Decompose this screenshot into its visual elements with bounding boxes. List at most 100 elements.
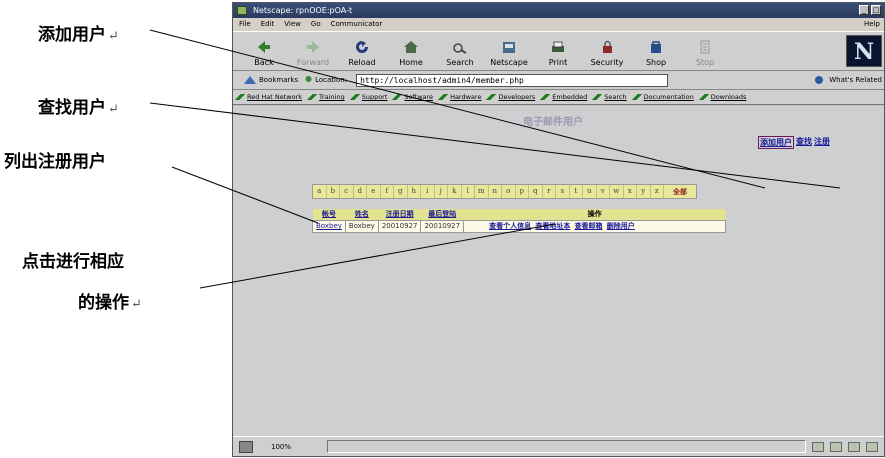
letter-u[interactable]: u	[583, 185, 597, 198]
pen-icon	[592, 94, 603, 100]
personal-link-software[interactable]: Software	[392, 93, 433, 101]
personal-link-redhat[interactable]: Red Hat Network	[235, 93, 302, 101]
callout-list-users: 列出注册用户	[4, 147, 106, 172]
home-button[interactable]: Home	[388, 32, 434, 70]
shop-label: Shop	[645, 58, 667, 67]
pen-icon	[392, 94, 403, 100]
maximize-icon[interactable]: □	[871, 5, 881, 15]
delete-user-link[interactable]: 删除用户	[607, 222, 635, 230]
letter-j[interactable]: j	[435, 185, 448, 198]
netscape-icon	[503, 42, 515, 53]
letter-t[interactable]: t	[570, 185, 583, 198]
pen-icon	[307, 94, 318, 100]
page-title: 电子邮件用户	[523, 117, 583, 128]
letter-e[interactable]: e	[367, 185, 381, 198]
netscape-button[interactable]: Netscape	[486, 32, 532, 70]
letter-o[interactable]: o	[502, 185, 516, 198]
personal-link-support[interactable]: Support	[349, 93, 387, 101]
menu-file[interactable]: File	[239, 18, 251, 31]
forward-button[interactable]: Forward	[290, 32, 336, 70]
search-link[interactable]: 查找	[796, 136, 812, 149]
letter-v[interactable]: v	[597, 185, 610, 198]
menu-go[interactable]: Go	[311, 18, 321, 31]
letter-all[interactable]: 全部	[664, 185, 696, 198]
letter-b[interactable]: b	[327, 185, 340, 198]
letter-l[interactable]: l	[462, 185, 475, 198]
personal-link-developers[interactable]: Developers	[486, 93, 535, 101]
letter-n[interactable]: n	[489, 185, 502, 198]
navigation-toolbar: Back Forward Reload Home Search Netscape…	[233, 31, 884, 71]
letter-m[interactable]: m	[475, 185, 489, 198]
personal-link-documentation[interactable]: Documentation	[631, 93, 694, 101]
letter-p[interactable]: p	[516, 185, 529, 198]
view-mailbox-link[interactable]: 查看邮箱	[575, 222, 603, 230]
callout-add-user-text: 添加用户	[38, 25, 106, 45]
reload-icon	[356, 41, 368, 53]
personal-link-embedded[interactable]: Embedded	[540, 93, 587, 101]
print-button[interactable]: Print	[535, 32, 581, 70]
status-text-field	[327, 440, 806, 453]
view-profile-link[interactable]: 查看个人信息	[489, 222, 531, 230]
search-button[interactable]: Search	[437, 32, 483, 70]
letter-w[interactable]: w	[610, 185, 624, 198]
page-content: 电子邮件用户 添加用户 查找 注册 a b c d e f g h i j k …	[233, 106, 884, 436]
component-bar	[812, 441, 878, 452]
account-link[interactable]: Boxbey	[316, 222, 342, 230]
forward-arrow-icon	[307, 41, 319, 53]
back-button[interactable]: Back	[241, 32, 287, 70]
add-user-link[interactable]: 添加用户	[758, 136, 794, 149]
letter-q[interactable]: q	[529, 185, 543, 198]
menu-view[interactable]: View	[284, 18, 301, 31]
stop-button[interactable]: Stop	[682, 32, 728, 70]
reload-button[interactable]: Reload	[339, 32, 385, 70]
col-ops: 操作	[463, 209, 726, 220]
letter-g[interactable]: g	[394, 185, 408, 198]
register-link[interactable]: 注册	[814, 136, 830, 149]
letter-y[interactable]: y	[637, 185, 651, 198]
bookmarks-button[interactable]: Bookmarks	[243, 75, 298, 85]
col-account[interactable]: 帐号	[312, 209, 346, 220]
letter-x[interactable]: x	[624, 185, 637, 198]
letter-k[interactable]: k	[448, 185, 462, 198]
whats-related-button[interactable]: What's Related	[814, 75, 882, 85]
personal-link-training[interactable]: Training	[307, 93, 345, 101]
col-reg-date[interactable]: 注册日期	[378, 209, 421, 220]
pen-icon	[486, 94, 497, 100]
menu-help[interactable]: Help	[864, 18, 880, 31]
mail-icon[interactable]	[830, 441, 842, 452]
letter-s[interactable]: s	[556, 185, 570, 198]
url-field[interactable]: http://localhost/admin4/member.php	[356, 73, 669, 87]
cell-account[interactable]: Boxbey	[312, 219, 346, 233]
letter-a[interactable]: a	[313, 185, 327, 198]
stop-label: Stop	[695, 58, 715, 67]
view-addressbook-link[interactable]: 查看地址本	[535, 222, 570, 230]
browser-window: Netscape: rpnOOE:pOA-t _ □ File Edit Vie…	[232, 2, 885, 457]
col-name[interactable]: 姓名	[345, 209, 379, 220]
letter-h[interactable]: h	[408, 185, 421, 198]
personal-link-hardware[interactable]: Hardware	[438, 93, 481, 101]
security-button[interactable]: Security	[584, 32, 630, 70]
letter-d[interactable]: d	[354, 185, 367, 198]
top-links: 添加用户 查找 注册	[758, 136, 830, 149]
chat-icon[interactable]	[866, 441, 878, 452]
callout-operate-line1: 点击进行相应	[22, 247, 124, 272]
letter-c[interactable]: c	[340, 185, 354, 198]
navigator-icon[interactable]	[812, 441, 824, 452]
security-status-icon[interactable]	[239, 440, 253, 453]
col-last-login[interactable]: 最后登陆	[420, 209, 464, 220]
search-icon	[453, 43, 467, 54]
letter-f[interactable]: f	[381, 185, 394, 198]
letter-z[interactable]: z	[651, 185, 664, 198]
menu-communicator[interactable]: Communicator	[331, 18, 383, 31]
letter-i[interactable]: i	[421, 185, 435, 198]
return-mark-icon: ↵	[108, 29, 119, 44]
letter-r[interactable]: r	[543, 185, 556, 198]
personal-link-search[interactable]: Search	[592, 93, 627, 101]
print-icon	[552, 41, 564, 52]
menu-edit[interactable]: Edit	[261, 18, 275, 31]
personal-link-downloads[interactable]: Downloads	[698, 93, 746, 101]
composer-icon[interactable]	[848, 441, 860, 452]
shop-button[interactable]: Shop	[633, 32, 679, 70]
minimize-icon[interactable]: _	[859, 5, 869, 15]
netscape-window-icon	[237, 6, 247, 15]
